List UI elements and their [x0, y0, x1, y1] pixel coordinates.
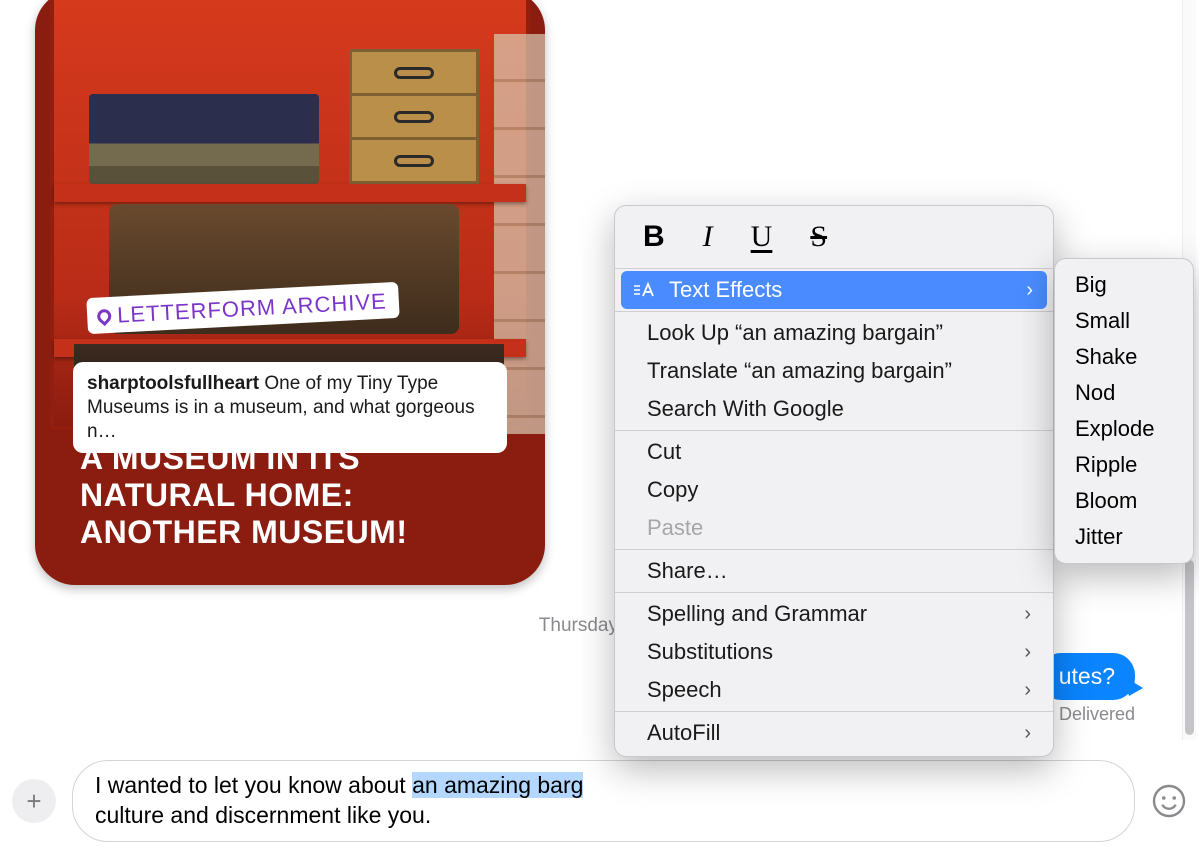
- chevron-right-icon: ›: [1024, 722, 1031, 745]
- strikethrough-button[interactable]: S: [810, 220, 827, 254]
- input-text-selection: an amazing barg: [412, 772, 583, 798]
- chevron-right-icon: ›: [1024, 641, 1031, 664]
- menu-autofill[interactable]: AutoFill ›: [615, 714, 1053, 752]
- underline-button[interactable]: U: [751, 220, 773, 254]
- image-overlay-title: A MUSEUM IN ITS NATURAL HOME: ANOTHER MU…: [80, 440, 500, 550]
- outgoing-message-text: utes?: [1059, 663, 1115, 689]
- menu-cut[interactable]: Cut: [615, 433, 1053, 471]
- emoji-picker-button[interactable]: [1151, 783, 1187, 819]
- chevron-right-icon: ›: [1026, 279, 1033, 302]
- submenu-bloom[interactable]: Bloom: [1055, 483, 1193, 519]
- menu-look-up[interactable]: Look Up “an amazing bargain”: [615, 314, 1053, 352]
- compose-bar: + I wanted to let you know about an amaz…: [12, 760, 1187, 842]
- submenu-shake[interactable]: Shake: [1055, 339, 1193, 375]
- menu-text-effects[interactable]: Text Effects ›: [621, 271, 1047, 309]
- submenu-small[interactable]: Small: [1055, 303, 1193, 339]
- format-toolbar: B I U S: [615, 206, 1053, 266]
- menu-copy[interactable]: Copy: [615, 471, 1053, 509]
- submenu-jitter[interactable]: Jitter: [1055, 519, 1193, 555]
- text-effects-icon: [633, 281, 657, 299]
- caption-username: sharptoolsfullheart: [87, 373, 259, 394]
- bold-button[interactable]: B: [643, 220, 665, 254]
- menu-translate[interactable]: Translate “an amazing bargain”: [615, 352, 1053, 390]
- chevron-right-icon: ›: [1024, 679, 1031, 702]
- menu-speech[interactable]: Speech ›: [615, 671, 1053, 709]
- submenu-ripple[interactable]: Ripple: [1055, 447, 1193, 483]
- incoming-image-message[interactable]: LETTERFORM ARCHIVE sharptoolsfullheart O…: [35, 0, 545, 585]
- menu-search-google[interactable]: Search With Google: [615, 390, 1053, 428]
- input-text-line2: culture and discernment like you.: [95, 802, 431, 828]
- submenu-big[interactable]: Big: [1055, 267, 1193, 303]
- text-effects-submenu: Big Small Shake Nod Explode Ripple Bloom…: [1054, 258, 1194, 564]
- submenu-explode[interactable]: Explode: [1055, 411, 1193, 447]
- menu-substitutions[interactable]: Substitutions ›: [615, 633, 1053, 671]
- delivery-status: Delivered: [1059, 704, 1135, 725]
- submenu-nod[interactable]: Nod: [1055, 375, 1193, 411]
- input-text-before: I wanted to let you know about: [95, 772, 412, 798]
- message-input[interactable]: I wanted to let you know about an amazin…: [72, 760, 1135, 842]
- menu-paste: Paste: [615, 509, 1053, 547]
- smiley-icon: [1151, 783, 1187, 819]
- italic-button[interactable]: I: [703, 220, 713, 254]
- chevron-right-icon: ›: [1024, 603, 1031, 626]
- menu-spelling-grammar[interactable]: Spelling and Grammar ›: [615, 595, 1053, 633]
- context-menu: B I U S Text Effects › Look Up “an amazi…: [614, 205, 1054, 757]
- add-attachment-button[interactable]: +: [12, 779, 56, 823]
- menu-share[interactable]: Share…: [615, 552, 1053, 590]
- scrollbar-thumb[interactable]: [1185, 560, 1194, 735]
- map-pin-icon: [94, 306, 114, 326]
